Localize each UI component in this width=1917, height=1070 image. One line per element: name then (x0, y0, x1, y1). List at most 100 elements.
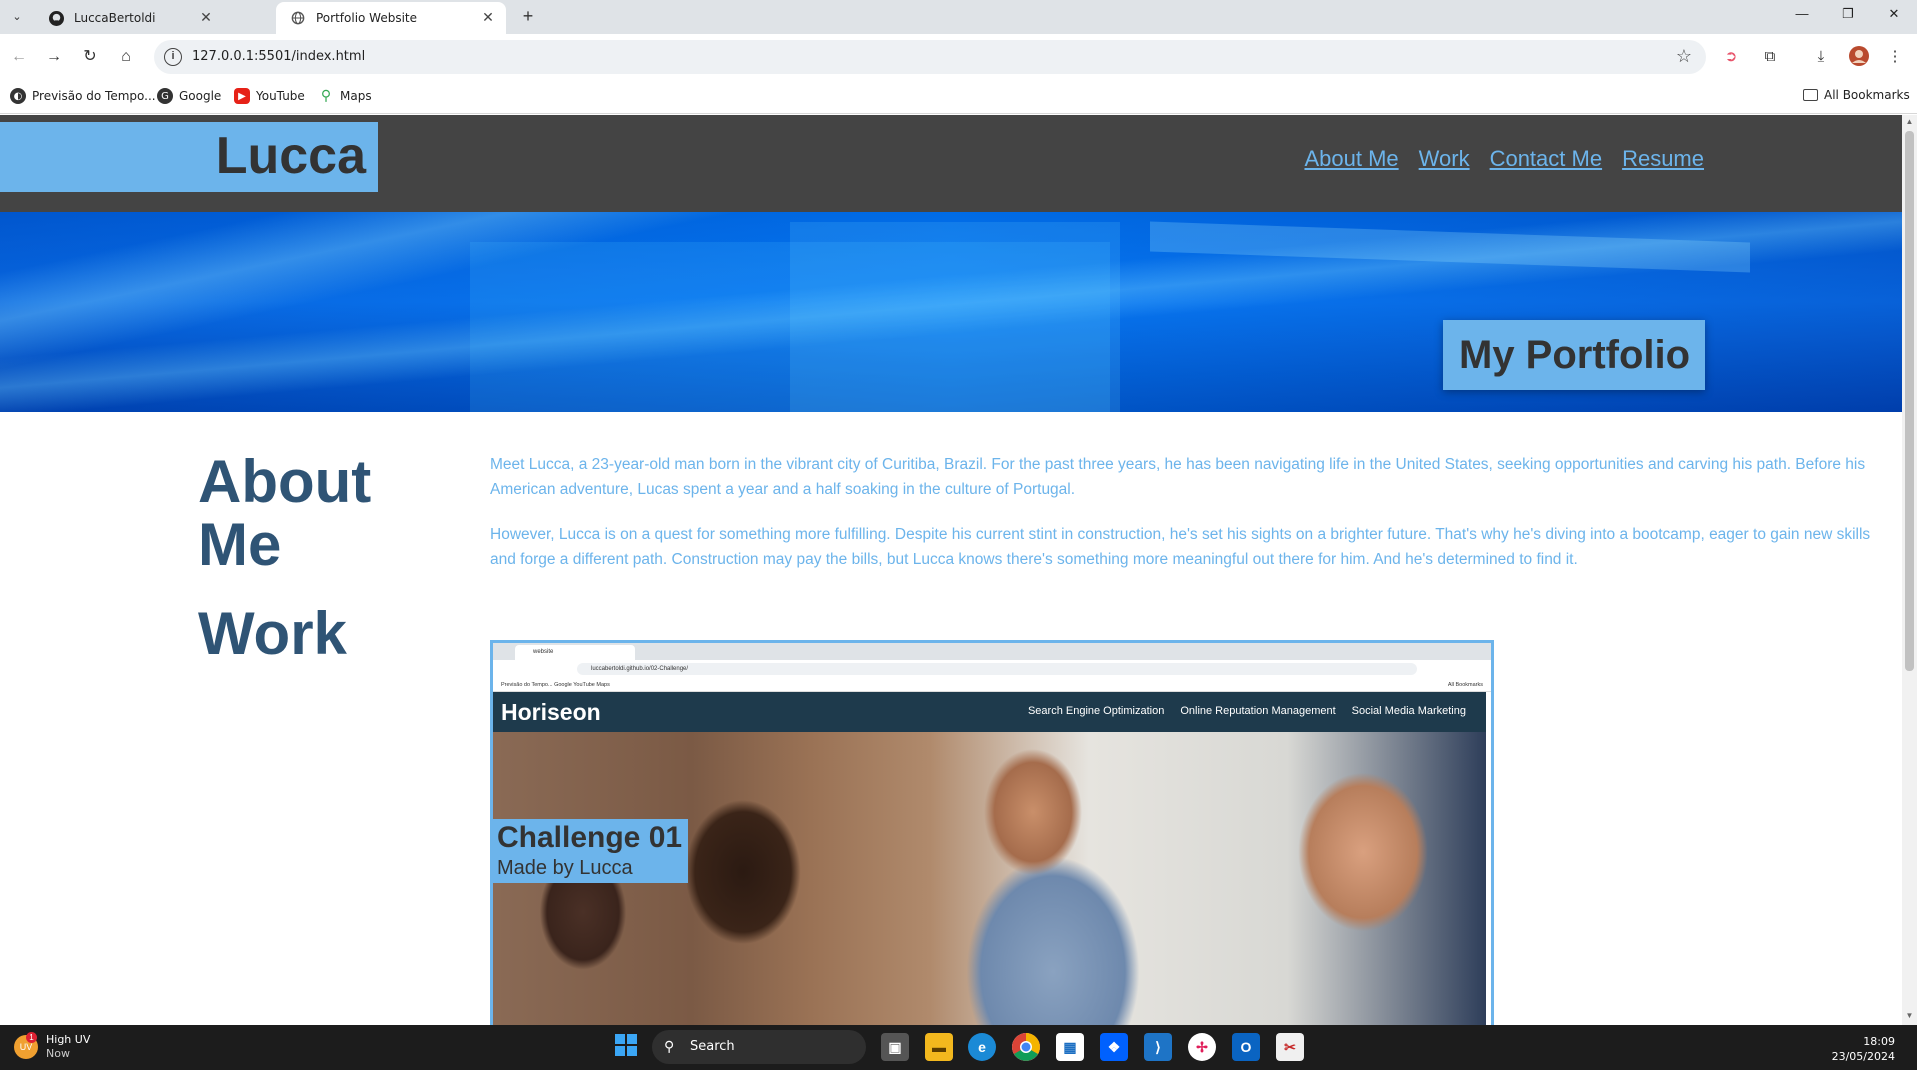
project-screenshot-nav: Search Engine Optimization Online Reputa… (1028, 705, 1466, 717)
store-icon[interactable]: ▦ (1056, 1033, 1084, 1061)
weather-widget[interactable]: UV 1 High UV Now (14, 1032, 91, 1061)
logo-text: Lucca (215, 127, 366, 185)
nav-link-contact-me[interactable]: Contact Me (1490, 146, 1603, 172)
all-bookmarks-label: All Bookmarks (1824, 88, 1910, 102)
project-screenshot-bookmark-list: Previsão do Tempo... Google YouTube Maps (501, 682, 610, 688)
restore-icon[interactable]: ❐ (1825, 0, 1871, 28)
site-nav: About Me Work Contact Me Resume (1304, 146, 1704, 172)
scroll-down-icon[interactable]: ▼ (1902, 1011, 1917, 1025)
bookmark-star-icon[interactable]: ☆ (1676, 46, 1692, 67)
bookmark-weather[interactable]: ◐ Previsão do Tempo... (10, 88, 156, 104)
forward-icon[interactable]: → (42, 45, 66, 69)
tab-luccabertoldi[interactable]: LuccaBertoldi ✕ (34, 2, 224, 34)
weather-sub: Now (46, 1047, 70, 1060)
about-paragraph-2: However, Lucca is on a quest for somethi… (490, 526, 1871, 568)
hero-badge: My Portfolio (1443, 320, 1705, 390)
maps-icon: ⚲ (320, 88, 332, 104)
bookmark-youtube[interactable]: ▶ YouTube (234, 88, 305, 104)
about-heading-line2: Me (198, 511, 282, 578)
weather-icon: ◐ (10, 88, 26, 104)
all-bookmarks[interactable]: All Bookmarks (1803, 88, 1910, 102)
window-close-icon[interactable]: ✕ (1871, 0, 1917, 28)
project-subtitle: Made by Lucca (497, 857, 633, 879)
slack-icon[interactable]: ✢ (1188, 1033, 1216, 1061)
outlook-icon[interactable]: O (1232, 1033, 1260, 1061)
extensions-puzzle-icon[interactable]: ⧉ (1759, 46, 1781, 68)
clock-time: 18:09 (1863, 1035, 1895, 1048)
system-clock[interactable]: 18:09 23/05/2024 (1832, 1034, 1895, 1064)
close-icon[interactable]: ✕ (480, 10, 496, 26)
hero-decor (1150, 221, 1750, 273)
about-paragraph-1: Meet Lucca, a 23-year-old man born in th… (490, 456, 1866, 498)
hero-badge-text: My Portfolio (1459, 333, 1691, 377)
scrollbar-thumb[interactable] (1905, 131, 1914, 671)
nav-link-about-me[interactable]: About Me (1304, 146, 1398, 172)
site-header: Lucca About Me Work Contact Me Resume (0, 115, 1902, 212)
github-icon (48, 10, 64, 26)
bookmark-label: Google (179, 89, 222, 103)
close-icon[interactable]: ✕ (198, 10, 214, 26)
page-scrollbar[interactable]: ▲ ▼ (1902, 115, 1917, 1025)
site-info-icon[interactable]: i (164, 48, 182, 66)
project-screenshot-header: Horiseon Search Engine Optimization Onli… (493, 692, 1486, 732)
project-screenshot-brand: Horiseon (501, 699, 601, 725)
bookmark-label: YouTube (256, 89, 305, 103)
project-screenshot-link: Social Media Marketing (1351, 705, 1466, 717)
chrome-icon[interactable] (1012, 1033, 1040, 1061)
snipping-tool-icon[interactable]: ✂ (1276, 1033, 1304, 1061)
globe-icon (290, 10, 306, 26)
taskbar-search[interactable]: ⚲ Search (652, 1030, 866, 1064)
project-screenshot-link: Online Reputation Management (1180, 705, 1336, 717)
windows-taskbar: UV 1 High UV Now ⚲ Search ▣ ▬ e ▦ ❖ ⟩ ✢ … (0, 1025, 1917, 1070)
tab-portfolio-website[interactable]: Portfolio Website ✕ (276, 2, 506, 34)
edge-icon[interactable]: e (968, 1033, 996, 1061)
reload-icon[interactable]: ↻ (78, 45, 102, 69)
extension-icon[interactable]: ➲ (1720, 46, 1742, 68)
new-tab-icon[interactable]: + (516, 4, 540, 28)
vscode-icon[interactable]: ⟩ (1144, 1033, 1172, 1061)
tab-title: Portfolio Website (316, 11, 418, 25)
bookmark-label: Maps (340, 89, 372, 103)
project-screenshot-tab: website (515, 645, 635, 660)
project-screenshot-bookmarks: Previsão do Tempo... Google YouTube Maps… (493, 678, 1491, 692)
about-me-heading: About Me (198, 450, 371, 576)
scroll-up-icon[interactable]: ▲ (1902, 117, 1917, 131)
bookmark-google[interactable]: G Google (157, 88, 221, 104)
project-card-challenge-01[interactable]: website luccabertoldi.github.io/02-Chall… (490, 640, 1494, 1025)
youtube-icon: ▶ (234, 88, 250, 104)
project-screenshot-link: Search Engine Optimization (1027, 705, 1165, 717)
minimize-icon[interactable]: — (1779, 0, 1825, 28)
nav-link-work[interactable]: Work (1419, 146, 1470, 172)
back-icon[interactable]: ← (7, 45, 31, 69)
project-screenshot-toolbar: luccabertoldi.github.io/02-Challenge/ (493, 660, 1491, 678)
profile-avatar[interactable] (1848, 46, 1870, 68)
url-text[interactable]: 127.0.0.1:5501/index.html (192, 49, 365, 64)
bookmarks-bar: ◐ Previsão do Tempo... G Google ▶ YouTub… (0, 80, 1917, 114)
dropbox-icon[interactable]: ❖ (1100, 1033, 1128, 1061)
download-icon[interactable]: ⤓ (1810, 46, 1832, 68)
page-viewport: Lucca About Me Work Contact Me Resume My… (0, 115, 1917, 1025)
windows-start-icon[interactable] (612, 1033, 640, 1061)
address-bar[interactable]: i 127.0.0.1:5501/index.html ☆ (154, 40, 1706, 74)
project-screenshot-tabstrip: website (493, 643, 1491, 660)
file-explorer-icon[interactable]: ▬ (925, 1033, 953, 1061)
menu-kebab-icon[interactable]: ⋮ (1884, 46, 1906, 68)
browser-toolbar: ← → ↻ ⌂ i 127.0.0.1:5501/index.html ☆ ➲ … (0, 34, 1917, 80)
about-heading-line1: About (198, 448, 372, 515)
clock-date: 23/05/2024 (1831, 1050, 1895, 1063)
project-screenshot-url: luccabertoldi.github.io/02-Challenge/ (577, 663, 1417, 675)
tab-search-chevron-icon[interactable]: ⌄ (6, 5, 28, 27)
work-heading: Work (198, 600, 347, 667)
notification-badge: 1 (26, 1032, 37, 1043)
site-logo: Lucca (0, 122, 378, 192)
project-screenshot-all-bookmarks: All Bookmarks (1447, 682, 1483, 688)
search-icon: ⚲ (664, 1039, 675, 1055)
bookmark-label: Previsão do Tempo... (32, 89, 156, 103)
taskbar-search-label: Search (690, 1039, 735, 1054)
task-view-icon[interactable]: ▣ (881, 1033, 909, 1061)
nav-link-resume[interactable]: Resume (1622, 146, 1704, 172)
home-icon[interactable]: ⌂ (114, 45, 138, 69)
hero-banner: My Portfolio (0, 212, 1902, 412)
bookmark-maps[interactable]: ⚲ Maps (318, 88, 372, 104)
weather-title: High UV (46, 1033, 91, 1046)
